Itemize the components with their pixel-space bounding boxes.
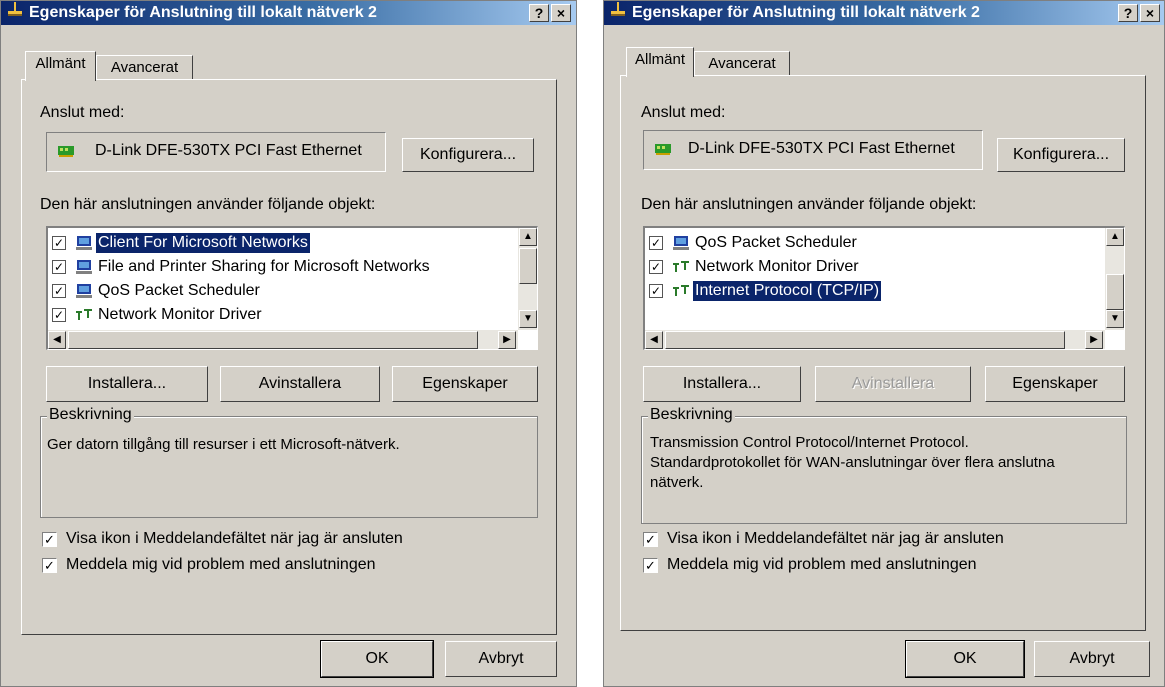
list-item-label: QoS Packet Scheduler (98, 282, 260, 299)
scroll-right-icon[interactable]: ▶ (1085, 331, 1103, 349)
show-icon-checkbox[interactable]: ✓ (643, 532, 658, 547)
scroll-thumb[interactable] (1106, 274, 1124, 310)
connect-using-label: Anslut med: (641, 104, 726, 121)
items-label: Den här anslutningen använder följande o… (40, 196, 376, 213)
vertical-scrollbar[interactable]: ▲ ▼ (1105, 228, 1124, 330)
title-bar[interactable]: Egenskaper för Anslutning till lokalt nä… (1, 1, 576, 25)
list-item-label: Client For Microsoft Networks (95, 232, 311, 254)
configure-button[interactable]: Konfigurera... (997, 138, 1125, 172)
ok-button[interactable]: OK (320, 640, 434, 678)
adapter-name: D-Link DFE-530TX PCI Fast Ethernet (688, 140, 955, 157)
checkbox[interactable]: ✓ (649, 284, 663, 298)
scroll-thumb[interactable] (519, 248, 537, 284)
tab-panel: Anslut med: D-Link DFE-530TX PCI Fast Et… (620, 75, 1146, 631)
list-item-label: Internet Protocol (TCP/IP) (691, 280, 883, 302)
description-label: Beskrivning (648, 406, 735, 424)
list-item-label: Network Monitor Driver (695, 258, 859, 275)
horizontal-scrollbar[interactable]: ◀ ▶ (48, 330, 518, 349)
list-item-label: Network Monitor Driver (98, 306, 262, 323)
properties-button[interactable]: Egenskaper (985, 366, 1125, 402)
file-sharing-icon (74, 258, 94, 276)
tab-general[interactable]: Allmänt (626, 47, 694, 77)
scroll-down-icon[interactable]: ▼ (519, 310, 537, 328)
notify-label: Meddela mig vid problem med anslutningen (66, 556, 376, 573)
adapter-box: D-Link DFE-530TX PCI Fast Ethernet (46, 132, 386, 172)
description-text-3: nätverk. (650, 474, 704, 491)
description-group: Beskrivning Transmission Control Protoco… (641, 406, 1127, 524)
list-item-label: QoS Packet Scheduler (695, 234, 857, 251)
scroll-up-icon[interactable]: ▲ (1106, 228, 1124, 246)
window-title: Egenskaper för Anslutning till lokalt nä… (29, 4, 377, 22)
tab-advanced[interactable]: Avancerat (694, 51, 790, 77)
vertical-scrollbar[interactable]: ▲ ▼ (518, 228, 537, 330)
show-icon-checkbox[interactable]: ✓ (42, 532, 57, 547)
qos-icon (671, 234, 691, 252)
checkbox[interactable]: ✓ (52, 236, 66, 250)
scroll-right-icon[interactable]: ▶ (498, 331, 516, 349)
checkbox[interactable]: ✓ (52, 260, 66, 274)
network-connection-icon (610, 1, 628, 25)
close-button[interactable]: × (551, 4, 571, 22)
window-title: Egenskaper för Anslutning till lokalt nä… (632, 4, 980, 22)
checkbox[interactable]: ✓ (649, 236, 663, 250)
protocol-icon (671, 258, 691, 276)
scroll-thumb-h[interactable] (665, 331, 1065, 349)
network-card-icon (654, 141, 672, 157)
description-text: Transmission Control Protocol/Internet P… (650, 434, 969, 451)
scroll-down-icon[interactable]: ▼ (1106, 310, 1124, 328)
tab-general[interactable]: Allmänt (25, 51, 96, 81)
network-card-icon (57, 143, 75, 159)
install-button[interactable]: Installera... (643, 366, 801, 402)
network-client-icon (74, 234, 94, 252)
checkbox[interactable]: ✓ (649, 260, 663, 274)
configure-button[interactable]: Konfigurera... (402, 138, 534, 172)
properties-dialog-right: Egenskaper för Anslutning till lokalt nä… (603, 0, 1165, 687)
scroll-thumb-h[interactable] (68, 331, 478, 349)
show-icon-label: Visa ikon i Meddelandefältet när jag är … (667, 530, 1004, 547)
close-button[interactable]: × (1140, 4, 1160, 22)
description-label: Beskrivning (47, 406, 134, 424)
properties-dialog-left: Egenskaper för Anslutning till lokalt nä… (0, 0, 577, 687)
checkbox[interactable]: ✓ (52, 284, 66, 298)
install-button[interactable]: Installera... (46, 366, 208, 402)
notify-checkbox[interactable]: ✓ (42, 558, 57, 573)
help-button[interactable]: ? (529, 4, 549, 22)
protocol-icon (671, 282, 691, 300)
adapter-name: D-Link DFE-530TX PCI Fast Ethernet (95, 142, 362, 159)
tab-advanced[interactable]: Avancerat (96, 55, 193, 81)
title-bar[interactable]: Egenskaper för Anslutning till lokalt nä… (604, 1, 1164, 25)
items-label: Den här anslutningen använder följande o… (641, 196, 977, 213)
description-text-2: Standardprotokollet för WAN-anslutningar… (650, 454, 1055, 471)
connect-using-label: Anslut med: (40, 104, 125, 121)
items-list[interactable]: ✓ Client For Microsoft Networks ✓ File a… (46, 226, 538, 350)
properties-button[interactable]: Egenskaper (392, 366, 538, 402)
cancel-button[interactable]: Avbryt (445, 641, 557, 677)
scroll-left-icon[interactable]: ◀ (645, 331, 663, 349)
list-item-label: File and Printer Sharing for Microsoft N… (98, 258, 430, 275)
uninstall-button[interactable]: Avinstallera (815, 366, 971, 402)
checkbox[interactable]: ✓ (52, 308, 66, 322)
scroll-left-icon[interactable]: ◀ (48, 331, 66, 349)
notify-label: Meddela mig vid problem med anslutningen (667, 556, 977, 573)
protocol-icon (74, 306, 94, 324)
tab-panel: Anslut med: D-Link DFE-530TX PCI Fast Et… (21, 79, 557, 635)
items-list[interactable]: ✓ QoS Packet Scheduler ✓ Network Monitor… (643, 226, 1125, 350)
adapter-box: D-Link DFE-530TX PCI Fast Ethernet (643, 130, 983, 170)
scroll-up-icon[interactable]: ▲ (519, 228, 537, 246)
help-button[interactable]: ? (1118, 4, 1138, 22)
qos-icon (74, 282, 94, 300)
cancel-button[interactable]: Avbryt (1034, 641, 1150, 677)
network-connection-icon (7, 1, 25, 25)
notify-checkbox[interactable]: ✓ (643, 558, 658, 573)
description-group: Beskrivning Ger datorn tillgång till res… (40, 406, 538, 518)
uninstall-button[interactable]: Avinstallera (220, 366, 380, 402)
description-text: Ger datorn tillgång till resurser i ett … (47, 436, 400, 453)
horizontal-scrollbar[interactable]: ◀ ▶ (645, 330, 1105, 349)
show-icon-label: Visa ikon i Meddelandefältet när jag är … (66, 530, 403, 547)
ok-button[interactable]: OK (905, 640, 1025, 678)
